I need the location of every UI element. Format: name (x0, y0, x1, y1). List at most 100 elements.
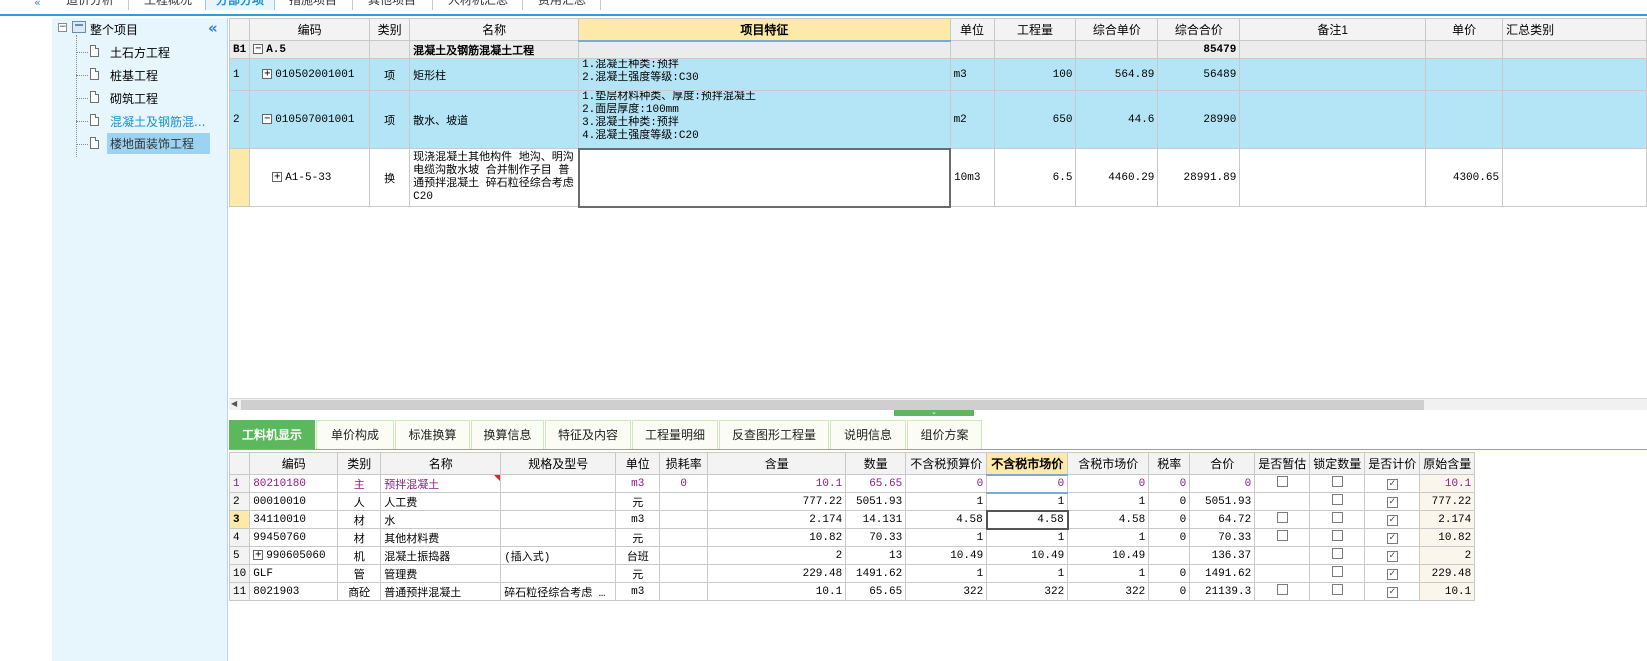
type-cell[interactable] (369, 40, 411, 59)
loss-rate-cell[interactable] (659, 582, 709, 601)
code-cell[interactable]: 80210180 (249, 474, 339, 493)
price-cell[interactable] (1075, 40, 1159, 59)
tax-rate-cell[interactable]: 0 (1148, 564, 1191, 583)
chevron-double-left-icon[interactable]: « (208, 19, 218, 37)
tab-cost-analysis[interactable]: 造价分析 (60, 0, 120, 10)
estimate-checkbox-cell[interactable] (1254, 510, 1311, 529)
tab-graphic-quantity-lookup[interactable]: 反查图形工程量 (719, 420, 829, 449)
market-price-tax-cell[interactable]: 0 (1067, 474, 1150, 493)
budget-price-cell[interactable]: 1 (905, 528, 988, 547)
name-cell[interactable]: 混凝土振捣器 (380, 546, 502, 565)
market-price-tax-cell[interactable]: 4.58 (1067, 510, 1150, 529)
header-cell[interactable]: 汇总类别 (1502, 18, 1647, 41)
type-cell[interactable]: 材 (337, 528, 382, 547)
budget-price-cell[interactable]: 0 (905, 474, 988, 493)
name-cell[interactable]: 普通预拌混凝土 (380, 582, 502, 601)
table-row[interactable]: + A1-5-33 换 现浇混凝土其他构件 地沟、明沟电缆沟散水坡 合并制作子目 … (228, 147, 1647, 208)
table-row[interactable]: 1 80210180 主预拌混凝土 m3 0 10.1 65.65 0 0 0 0 0 ✓ 10.1 (228, 474, 1476, 494)
checkbox-checked-icon[interactable]: ✓ (1386, 514, 1398, 526)
header-cell[interactable]: 不含税预算价 (905, 452, 988, 475)
qty-cell[interactable]: 100 (993, 58, 1077, 91)
tax-rate-cell[interactable]: 0 (1148, 582, 1191, 601)
quantity-cell[interactable]: 70.33 (845, 528, 907, 547)
expand-icon[interactable]: + (262, 68, 273, 79)
market-price-tax-cell[interactable]: 322 (1067, 582, 1150, 601)
quantity-cell[interactable]: 14.131 (845, 510, 907, 529)
type-cell[interactable]: 商砼 (337, 582, 382, 601)
quantity-cell[interactable]: 1491.62 (845, 564, 907, 583)
total-price-cell[interactable]: 0 (1189, 474, 1256, 493)
tax-rate-cell[interactable]: 0 (1148, 474, 1191, 493)
unit-cell[interactable]: m2 (949, 90, 995, 149)
name-cell[interactable]: 预拌混凝土 (380, 474, 502, 493)
name-cell[interactable]: 矩形柱 (409, 58, 580, 91)
qty-cell[interactable]: 650 (993, 90, 1077, 149)
lock-qty-checkbox-cell[interactable] (1309, 582, 1366, 601)
checkbox-checked-icon[interactable]: ✓ (1386, 550, 1398, 562)
checkbox-icon[interactable] (1331, 494, 1343, 505)
loss-rate-cell[interactable] (659, 528, 709, 547)
tree-root-label[interactable]: 整个项目 (90, 21, 138, 38)
checkbox-icon[interactable] (1276, 476, 1288, 487)
checkbox-icon[interactable] (1331, 512, 1343, 523)
tab-labor-material-machine[interactable]: 工料机显示 (229, 420, 315, 449)
unit-cell[interactable]: 元 (615, 528, 661, 547)
estimate-checkbox-cell[interactable] (1254, 564, 1311, 583)
tax-rate-cell[interactable]: 0 (1148, 492, 1191, 511)
market-price-cell[interactable]: 1 (986, 528, 1069, 547)
scroll-left-arrow-icon[interactable]: ◀ (231, 399, 237, 408)
checkbox-checked-icon[interactable]: ✓ (1386, 532, 1398, 544)
market-price-tax-cell[interactable]: 1 (1067, 528, 1150, 547)
header-cell[interactable] (228, 452, 251, 475)
header-cell[interactable]: 项目特征 (578, 18, 951, 42)
checkbox-checked-icon[interactable]: ✓ (1386, 496, 1398, 508)
header-cell[interactable]: 税率 (1148, 452, 1191, 475)
checkbox-icon[interactable] (1331, 476, 1343, 487)
qty-cell[interactable] (993, 40, 1077, 59)
summary-type-cell[interactable] (1502, 148, 1647, 207)
tab-measures[interactable]: 措施项目 (283, 0, 343, 10)
expand-icon[interactable]: + (272, 171, 283, 182)
header-cell[interactable]: 综合合价 (1157, 18, 1241, 41)
tree-item-masonry[interactable]: 砌筑工程 (76, 88, 226, 108)
quantity-cell[interactable]: 65.65 (845, 582, 907, 601)
original-content-cell[interactable]: 2 (1419, 546, 1476, 565)
price-cell[interactable]: 4460.29 (1075, 148, 1159, 207)
priced-checkbox-cell[interactable]: ✓ (1364, 564, 1421, 583)
header-cell[interactable]: 单价 (1425, 18, 1504, 41)
market-price-tax-cell[interactable]: 1 (1067, 564, 1150, 583)
table-row[interactable]: 4 99450760 材其他材料费元 10.82 70.33 1 1 1 0 70.33 ✓ 10.8… (228, 528, 1476, 547)
expand-icon[interactable]: + (253, 549, 264, 560)
unit-cell[interactable] (949, 40, 995, 59)
type-cell[interactable]: 材 (337, 510, 382, 529)
budget-price-cell[interactable]: 1 (905, 492, 988, 511)
market-price-cell[interactable]: 322 (986, 582, 1069, 601)
tab-conversion-info[interactable]: 换算信息 (471, 420, 544, 449)
unit-cell[interactable]: 元 (615, 564, 661, 583)
estimate-checkbox-cell[interactable] (1254, 582, 1311, 601)
code-cell[interactable]: − A.5 (249, 40, 371, 59)
priced-checkbox-cell[interactable]: ✓ (1364, 492, 1421, 511)
feature-cell[interactable]: 1.混凝土种类:预拌 2.混凝土强度等级:C30 (578, 58, 951, 91)
name-cell[interactable]: 混凝土及钢筋混凝土工程 (409, 40, 580, 59)
total-price-cell[interactable]: 5051.93 (1189, 492, 1256, 511)
header-cell[interactable]: 编码 (249, 452, 339, 475)
header-cell[interactable]: 综合单价 (1075, 18, 1159, 41)
lock-qty-checkbox-cell[interactable] (1309, 546, 1366, 565)
checkbox-icon[interactable] (1331, 530, 1343, 541)
checkbox-icon[interactable] (1276, 530, 1288, 541)
estimate-checkbox-cell[interactable] (1254, 474, 1311, 493)
lock-qty-checkbox-cell[interactable] (1309, 510, 1366, 529)
scroll-left-icon[interactable]: « (34, 0, 41, 9)
collapse-icon[interactable]: − (253, 43, 264, 54)
loss-rate-cell[interactable] (659, 510, 709, 529)
unit-cell[interactable]: m3 (949, 58, 995, 91)
code-cell[interactable]: 00010010 (249, 492, 339, 511)
tree-item-earthwork[interactable]: 土石方工程 (76, 42, 226, 62)
unit-cell[interactable]: 10m3 (949, 148, 995, 207)
tree-item-concrete[interactable]: 混凝土及钢筋混... (76, 111, 226, 131)
budget-price-cell[interactable]: 4.58 (905, 510, 988, 529)
table-row[interactable]: 2 −010507001001 项 散水、坡道 1.垫层材料种类、厚度:预拌混凝… (228, 90, 1647, 149)
header-cell[interactable]: 名称 (409, 18, 580, 41)
total-price-cell[interactable]: 21139.3 (1189, 582, 1256, 601)
